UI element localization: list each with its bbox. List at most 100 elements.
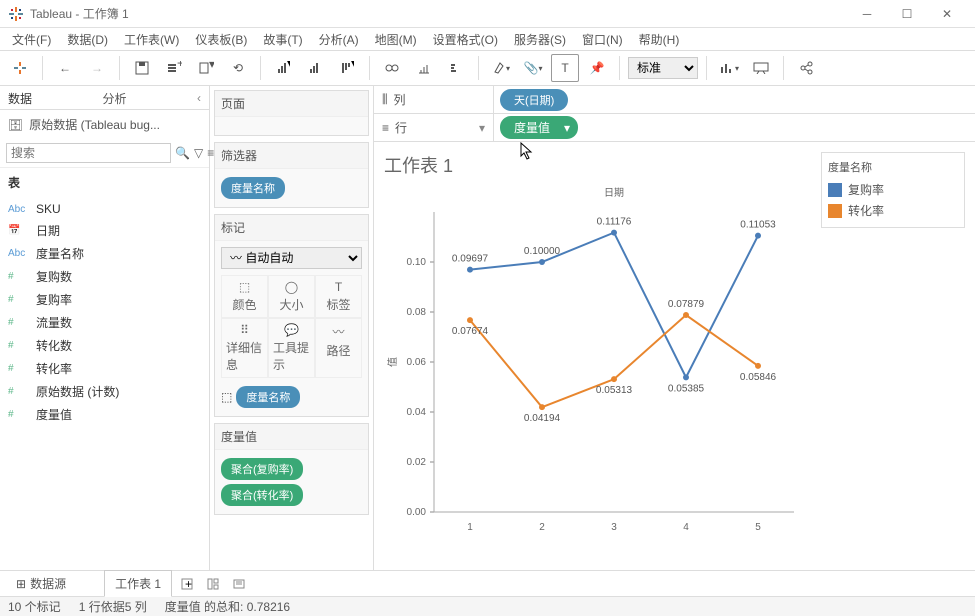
field-item[interactable]: AbcSKU (0, 199, 209, 219)
field-item[interactable]: #流量数 (0, 311, 209, 334)
data-tab[interactable]: 数据 (0, 86, 95, 109)
analytics-tab[interactable]: 分析 (95, 86, 190, 109)
text-tool-button[interactable]: T (551, 54, 579, 82)
menu-window[interactable]: 窗口(N) (574, 31, 631, 48)
search-icon[interactable]: 🔍 (175, 144, 190, 162)
field-type-icon: 📅 (8, 225, 28, 236)
field-item[interactable]: #转化率 (0, 357, 209, 380)
highlight-button[interactable]: ▾ (487, 54, 515, 82)
color-swatch-icon: ⬚ (221, 390, 232, 404)
field-name: 日期 (36, 222, 60, 239)
collapse-panel-icon[interactable]: ‹ (189, 86, 209, 109)
filter-icon[interactable]: ▽ (194, 144, 203, 162)
legend: 度量名称 复购率转化率 (821, 152, 965, 228)
field-name: 转化率 (36, 360, 72, 377)
columns-pill[interactable]: 天(日期) (500, 89, 568, 111)
datasource-tab[interactable]: ⊞数据源 (6, 571, 76, 596)
maximize-button[interactable]: ☐ (887, 0, 927, 28)
measure-pill-2[interactable]: 聚合(转化率) (221, 484, 303, 506)
attachment-icon[interactable]: 📎▾ (519, 54, 547, 82)
menu-analysis[interactable]: 分析(A) (311, 31, 367, 48)
marks-color[interactable]: ⬚颜色 (221, 275, 268, 318)
svg-text:0.08: 0.08 (407, 307, 427, 318)
presentation-button[interactable] (747, 54, 775, 82)
line-chart[interactable]: 0.000.020.040.060.080.1012345日期值0.096970… (384, 182, 804, 542)
tableau-icon[interactable] (6, 54, 34, 82)
menu-data[interactable]: 数据(D) (59, 31, 116, 48)
field-item[interactable]: #度量值 (0, 403, 209, 426)
rows-pill[interactable]: 度量值▾ (500, 116, 578, 139)
forward-button[interactable]: → (83, 54, 111, 82)
legend-item[interactable]: 转化率 (828, 200, 958, 221)
sort-desc-button[interactable]: ▾ (333, 54, 361, 82)
menu-server[interactable]: 服务器(S) (506, 31, 574, 48)
search-input[interactable] (6, 143, 171, 163)
svg-text:0.00: 0.00 (407, 507, 427, 518)
sheet-tab[interactable]: 工作表 1 (104, 570, 172, 597)
path-icon: 〰 (332, 323, 344, 340)
new-story-icon[interactable] (228, 573, 250, 595)
tooltip-icon: 💬 (284, 323, 299, 337)
marks-path[interactable]: 〰路径 (315, 318, 362, 378)
fit-select[interactable]: 标准 (628, 57, 698, 79)
save-button[interactable] (128, 54, 156, 82)
marks-type-select[interactable]: 〰 自动自动 (221, 247, 362, 269)
marks-tooltip[interactable]: 💬工具提示 (268, 318, 315, 378)
svg-text:+: + (177, 61, 182, 70)
field-type-icon: Abc (8, 204, 28, 215)
svg-text:0.05846: 0.05846 (740, 372, 777, 383)
marks-color-pill[interactable]: 度量名称 (236, 386, 300, 408)
right-panel: ⫼列 天(日期) ≡行▾ 度量值▾ 工作表 1 0.000.020.040.06… (374, 86, 975, 570)
pin-button[interactable]: 📌 (583, 54, 611, 82)
datasource-item[interactable]: 🗄 原始数据 (Tableau bug... (0, 110, 209, 139)
svg-text:4: 4 (683, 522, 689, 533)
measure-pill-1[interactable]: 聚合(复购率) (221, 458, 303, 480)
menu-file[interactable]: 文件(F) (4, 31, 59, 48)
legend-item[interactable]: 复购率 (828, 179, 958, 200)
show-me-button[interactable]: ▾ (715, 54, 743, 82)
percent-button[interactable] (442, 54, 470, 82)
label-icon: T (335, 280, 342, 294)
menu-dashboard[interactable]: 仪表板(B) (187, 31, 255, 48)
menu-format[interactable]: 设置格式(O) (425, 31, 506, 48)
field-item[interactable]: #复购率 (0, 288, 209, 311)
legend-swatch (828, 183, 842, 197)
field-item[interactable]: #转化数 (0, 334, 209, 357)
svg-text:0.02: 0.02 (407, 457, 427, 468)
menu-worksheet[interactable]: 工作表(W) (116, 31, 187, 48)
swap-button[interactable]: ▾ (269, 54, 297, 82)
new-sheet-button[interactable]: ▾ (192, 54, 220, 82)
marks-size[interactable]: ◯大小 (268, 275, 315, 318)
back-button[interactable]: ← (51, 54, 79, 82)
menu-map[interactable]: 地图(M) (367, 31, 425, 48)
menu-help[interactable]: 帮助(H) (631, 31, 688, 48)
marks-label[interactable]: T标签 (315, 275, 362, 318)
columns-shelf[interactable]: ⫼列 天(日期) (374, 86, 975, 114)
svg-text:3: 3 (611, 522, 617, 533)
totals-button[interactable] (410, 54, 438, 82)
share-button[interactable] (792, 54, 820, 82)
datasource-name: 原始数据 (Tableau bug... (29, 116, 160, 133)
sort-asc-button[interactable] (301, 54, 329, 82)
field-item[interactable]: #原始数据 (计数) (0, 380, 209, 403)
field-item[interactable]: #复购数 (0, 265, 209, 288)
group-button[interactable] (378, 54, 406, 82)
minimize-button[interactable]: ─ (847, 0, 887, 28)
new-datasource-button[interactable]: + (160, 54, 188, 82)
legend-swatch (828, 204, 842, 218)
field-item[interactable]: Abc度量名称 (0, 242, 209, 265)
rows-shelf[interactable]: ≡行▾ 度量值▾ (374, 114, 975, 142)
marks-detail[interactable]: ⠿详细信息 (221, 318, 268, 378)
close-button[interactable]: ✕ (927, 0, 967, 28)
filter-pill[interactable]: 度量名称 (221, 177, 285, 199)
menu-story[interactable]: 故事(T) (255, 31, 310, 48)
new-worksheet-icon[interactable]: + (176, 573, 198, 595)
field-item[interactable]: 📅 日期 (0, 219, 209, 242)
refresh-button[interactable]: ⟲ (224, 54, 252, 82)
new-dashboard-icon[interactable] (202, 573, 224, 595)
size-icon: ◯ (285, 280, 298, 294)
chevron-down-icon[interactable]: ▾ (479, 121, 485, 135)
svg-text:0.07674: 0.07674 (452, 326, 489, 337)
marks-heading: 标记 (215, 215, 368, 241)
field-name: 流量数 (36, 314, 72, 331)
